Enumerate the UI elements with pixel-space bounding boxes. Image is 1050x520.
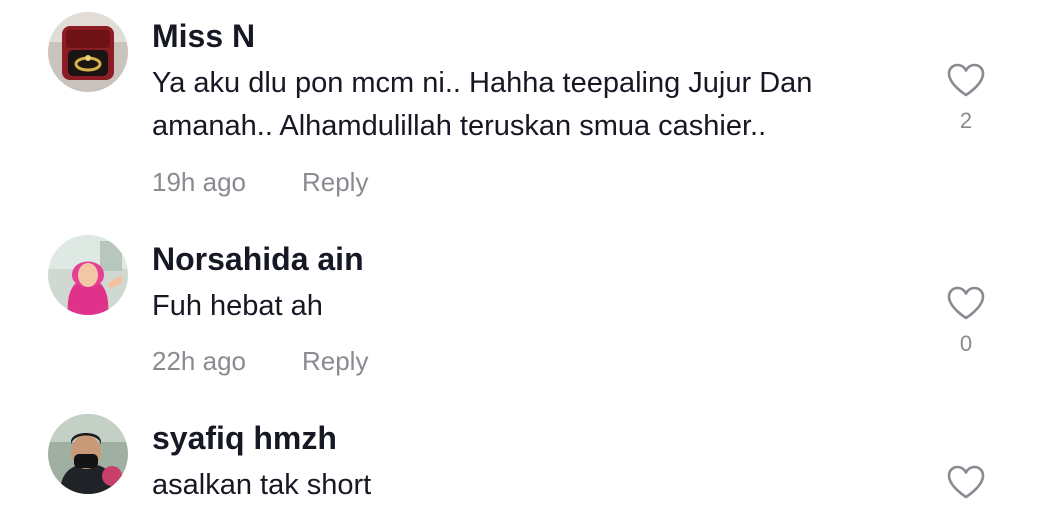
comment-text: Fuh hebat ah (152, 290, 323, 322)
comment-username[interactable]: Norsahida ain (152, 239, 364, 279)
comment-timestamp: 19h ago (152, 167, 246, 197)
avatar[interactable] (48, 235, 128, 315)
comment-username[interactable]: syafiq hmzh (152, 418, 337, 458)
like-control (944, 464, 988, 500)
heart-outline-icon[interactable] (946, 464, 986, 500)
like-count: 2 (959, 108, 973, 133)
reply-button[interactable]: Reply (302, 167, 368, 197)
comment-timestamp: 22h ago (152, 346, 246, 376)
comment-text: asalkan tak short (152, 469, 372, 501)
avatar[interactable] (48, 414, 128, 494)
avatar[interactable] (48, 12, 128, 92)
comment-username[interactable]: Miss N (152, 16, 255, 56)
comment-item: Miss N Ya aku dlu pon mcm ni.. Hahha tee… (0, 0, 1050, 210)
like-control: 0 (944, 285, 988, 357)
heart-outline-icon[interactable] (946, 62, 986, 98)
like-control: 2 (944, 62, 988, 134)
comment-meta: 19h ago Reply (152, 166, 368, 198)
reply-button[interactable]: Reply (302, 346, 368, 376)
comment-text: Ya aku dlu pon mcm ni.. Hahha teepaling … (152, 67, 813, 142)
like-count: 0 (959, 331, 973, 356)
heart-outline-icon[interactable] (946, 285, 986, 321)
comment-meta: 22h ago Reply (152, 345, 368, 377)
